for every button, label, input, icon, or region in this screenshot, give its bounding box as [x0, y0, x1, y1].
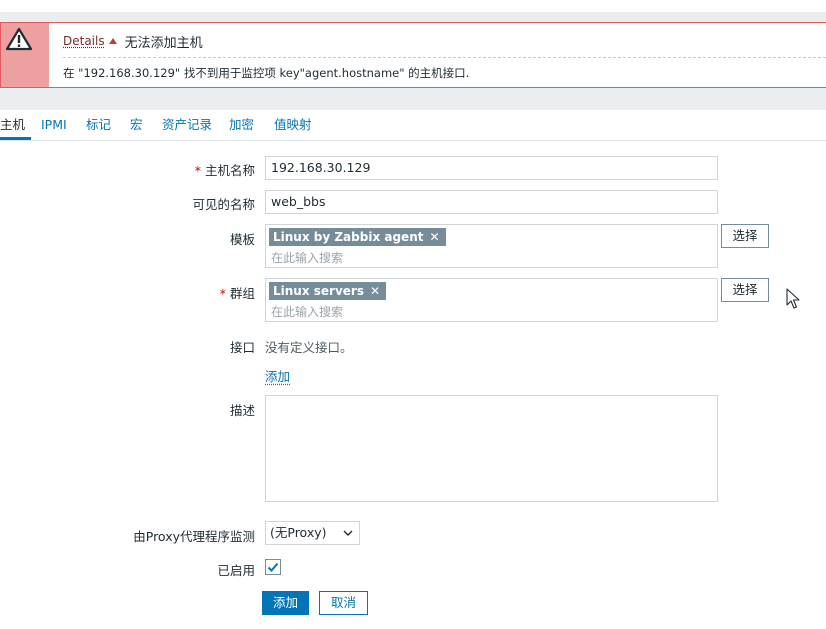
required-mark: *	[194, 163, 201, 178]
error-alert: Details 无法添加主机 在 "192.168.30.129" 找不到用于监…	[0, 22, 826, 88]
templates-search-placeholder[interactable]: 在此输入搜索	[271, 249, 343, 266]
alert-divider	[63, 57, 826, 58]
alert-header: Details 无法添加主机	[63, 32, 203, 51]
groups-select-button[interactable]: 选择	[721, 278, 769, 302]
alert-icon-box	[1, 23, 49, 87]
remove-icon[interactable]: ✕	[429, 228, 439, 246]
enabled-checkbox[interactable]	[265, 559, 281, 575]
tab-host[interactable]: 主机	[0, 110, 31, 140]
groups-multiselect[interactable]: Linux servers ✕ 在此输入搜索	[265, 278, 718, 322]
tab-macros[interactable]: 宏	[130, 110, 143, 140]
mouse-cursor-icon	[786, 288, 800, 309]
groups-label: * 群组	[219, 286, 255, 301]
add-button[interactable]: 添加	[262, 591, 309, 615]
interfaces-label: 接口	[229, 340, 255, 355]
add-interface-link[interactable]: 添加	[265, 366, 290, 385]
tab-tags[interactable]: 标记	[86, 110, 111, 140]
groups-search-placeholder[interactable]: 在此输入搜索	[271, 303, 343, 320]
details-toggle[interactable]: Details	[63, 34, 105, 48]
checkmark-icon	[267, 562, 279, 572]
description-label: 描述	[229, 403, 255, 418]
templates-label: 模板	[229, 232, 255, 247]
tab-inventory[interactable]: 资产记录	[162, 110, 212, 140]
tab-ipmi[interactable]: IPMI	[41, 110, 67, 140]
templates-select-button[interactable]: 选择	[721, 224, 769, 248]
tab-value-mapping[interactable]: 值映射	[274, 110, 312, 140]
warning-icon	[5, 27, 33, 51]
top-strip	[0, 0, 826, 12]
chevron-down-icon	[343, 530, 353, 536]
host-name-label: * 主机名称	[194, 163, 255, 178]
group-chip: Linux servers ✕	[269, 282, 387, 300]
enabled-label: 已启用	[217, 563, 255, 578]
visible-name-label: 可见的名称	[192, 197, 255, 212]
visible-name-input[interactable]: web_bbs	[265, 190, 718, 214]
template-chip-label: Linux by Zabbix agent	[273, 230, 424, 244]
group-chip-label: Linux servers	[273, 284, 364, 298]
remove-icon[interactable]: ✕	[370, 282, 380, 300]
host-name-input[interactable]: 192.168.30.129	[265, 156, 718, 180]
tab-bar: 主机 IPMI 标记 宏 资产记录 加密 值映射	[0, 110, 826, 141]
proxy-selected-value: (无Proxy)	[270, 525, 327, 540]
cancel-button[interactable]: 取消	[319, 591, 368, 615]
alert-title: 无法添加主机	[124, 35, 203, 51]
template-chip: Linux by Zabbix agent ✕	[269, 228, 446, 246]
no-interfaces-text: 没有定义接口。	[265, 340, 353, 355]
templates-multiselect[interactable]: Linux by Zabbix agent ✕ 在此输入搜索	[265, 224, 718, 268]
proxy-select[interactable]: (无Proxy)	[265, 521, 360, 545]
proxy-label: 由Proxy代理程序监测	[133, 529, 255, 544]
alert-message: 在 "192.168.30.129" 找不到用于监控项 key"agent.ho…	[63, 66, 470, 80]
description-textarea[interactable]	[265, 395, 718, 502]
tab-encryption[interactable]: 加密	[229, 110, 254, 140]
arrow-up-icon[interactable]	[108, 38, 117, 44]
required-mark: *	[219, 286, 226, 301]
